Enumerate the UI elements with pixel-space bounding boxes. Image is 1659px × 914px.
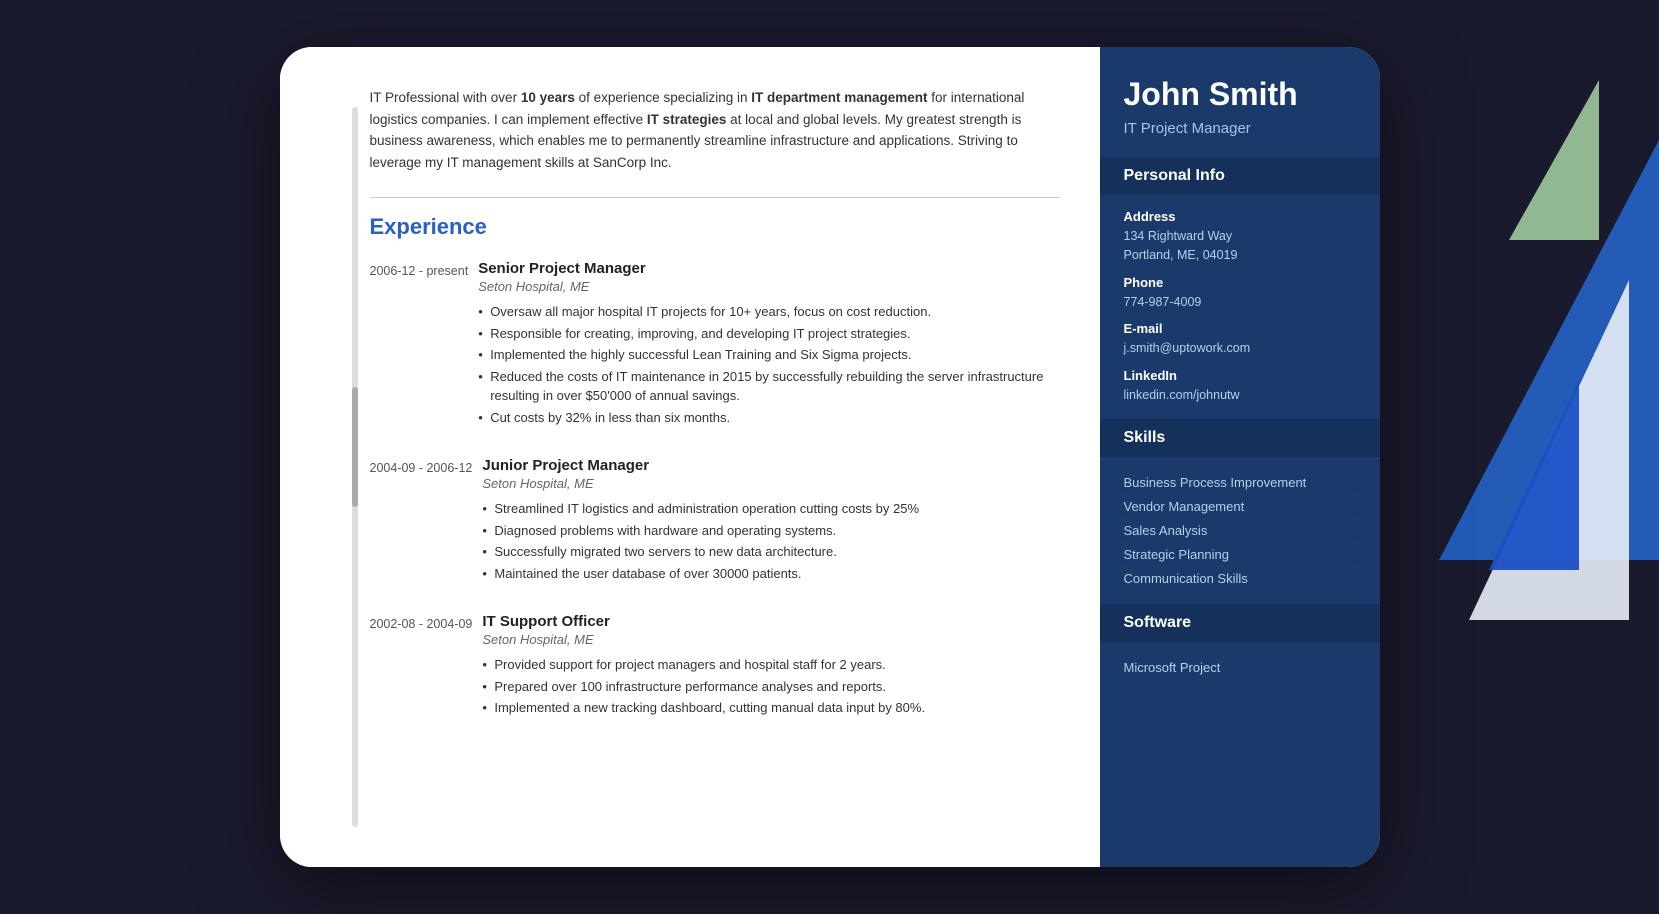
personal-info-header: Personal Info: [1100, 157, 1380, 195]
bullet-item: Reduced the costs of IT maintenance in 2…: [478, 367, 1059, 406]
exp-title: IT Support Officer: [482, 613, 1059, 630]
experience-item: 2004-09 - 2006-12 Junior Project Manager S…: [370, 457, 1060, 585]
phone-label: Phone: [1124, 275, 1356, 290]
personal-info-block: Address 134 Rightward Way Portland, ME, …: [1100, 195, 1380, 419]
exp-dates: 2004-09 - 2006-12: [370, 457, 473, 585]
triangle-blue-small: [1489, 380, 1579, 570]
address-line1: 134 Rightward Way: [1124, 227, 1356, 246]
bullet-item: Streamlined IT logistics and administrat…: [482, 499, 1059, 519]
bullet-item: Successfully migrated two servers to new…: [482, 542, 1059, 562]
exp-company: Seton Hospital, ME: [478, 279, 1059, 294]
triangle-blue-large: [1439, 140, 1659, 560]
skill-item: Strategic Planning: [1124, 543, 1356, 567]
software-header: Software: [1100, 604, 1380, 642]
exp-company: Seton Hospital, ME: [482, 476, 1059, 491]
software-list: Microsoft Project: [1100, 642, 1380, 693]
exp-content: Junior Project Manager Seton Hospital, ME…: [472, 457, 1059, 585]
resume-header: John Smith IT Project Manager: [1100, 47, 1380, 157]
triangle-white: [1469, 280, 1629, 620]
exp-bullets: Oversaw all major hospital IT projects f…: [478, 302, 1059, 427]
experience-item: 2006-12 - presentSenior Project ManagerS…: [370, 260, 1060, 429]
candidate-title: IT Project Manager: [1124, 120, 1356, 137]
exp-bullets: Provided support for project managers an…: [482, 655, 1059, 718]
address-label: Address: [1124, 209, 1356, 224]
bullet-item: Diagnosed problems with hardware and ope…: [482, 521, 1059, 541]
exp-dates: 2006-12 - present: [370, 260, 469, 429]
section-divider: [370, 197, 1060, 198]
software-item: Microsoft Project: [1124, 656, 1356, 679]
summary-text: IT Professional with over 10 years of ex…: [370, 87, 1060, 173]
bullet-item: Oversaw all major hospital IT projects f…: [478, 302, 1059, 322]
exp-title: Junior Project Manager: [482, 457, 1059, 474]
linkedin-value: linkedin.com/johnutw: [1124, 386, 1356, 405]
scrollbar-track[interactable]: [352, 107, 358, 827]
address-line2: Portland, ME, 04019: [1124, 246, 1356, 265]
exp-dates: 2002-08 - 2004-09: [370, 613, 473, 720]
triangle-green: [1509, 80, 1599, 240]
candidate-name: John Smith: [1124, 77, 1356, 112]
exp-bullets: Streamlined IT logistics and administrat…: [482, 499, 1059, 583]
skill-item: Communication Skills: [1124, 567, 1356, 590]
bullet-item: Implemented the highly successful Lean T…: [478, 345, 1059, 365]
resume-left-panel: IT Professional with over 10 years of ex…: [280, 47, 1100, 867]
exp-content: Senior Project Manager Seton Hospital, ME…: [468, 260, 1059, 429]
skills-header: Skills: [1100, 419, 1380, 457]
scrollbar-thumb: [352, 387, 358, 507]
skill-item: Vendor Management: [1124, 495, 1356, 519]
email-value: j.smith@uptowork.com: [1124, 339, 1356, 358]
bullet-item: Cut costs by 32% in less than six months…: [478, 408, 1059, 428]
resume-right-panel: John Smith IT Project Manager Personal I…: [1100, 47, 1380, 867]
phone-value: 774-987-4009: [1124, 293, 1356, 312]
resume-device: IT Professional with over 10 years of ex…: [280, 47, 1380, 867]
skill-item: Sales Analysis: [1124, 519, 1356, 543]
experience-section-title: Experience: [370, 214, 1060, 240]
bullet-item: Responsible for creating, improving, and…: [478, 324, 1059, 344]
skills-list: Business Process ImprovementVendor Manag…: [1100, 457, 1380, 604]
bullet-item: Provided support for project managers an…: [482, 655, 1059, 675]
experience-item: 2002-08 - 2004-09 IT Support Officer Seton…: [370, 613, 1060, 720]
exp-content: IT Support Officer Seton Hospital, ME Prov…: [472, 613, 1059, 720]
bullet-item: Prepared over 100 infrastructure perform…: [482, 677, 1059, 697]
exp-company: Seton Hospital, ME: [482, 632, 1059, 647]
bullet-item: Implemented a new tracking dashboard, cu…: [482, 698, 1059, 718]
email-label: E-mail: [1124, 321, 1356, 336]
experience-list: 2006-12 - presentSenior Project ManagerS…: [370, 260, 1060, 720]
skill-item: Business Process Improvement: [1124, 471, 1356, 495]
exp-title: Senior Project Manager: [478, 260, 1059, 277]
bullet-item: Maintained the user database of over 300…: [482, 564, 1059, 584]
linkedin-label: LinkedIn: [1124, 368, 1356, 383]
